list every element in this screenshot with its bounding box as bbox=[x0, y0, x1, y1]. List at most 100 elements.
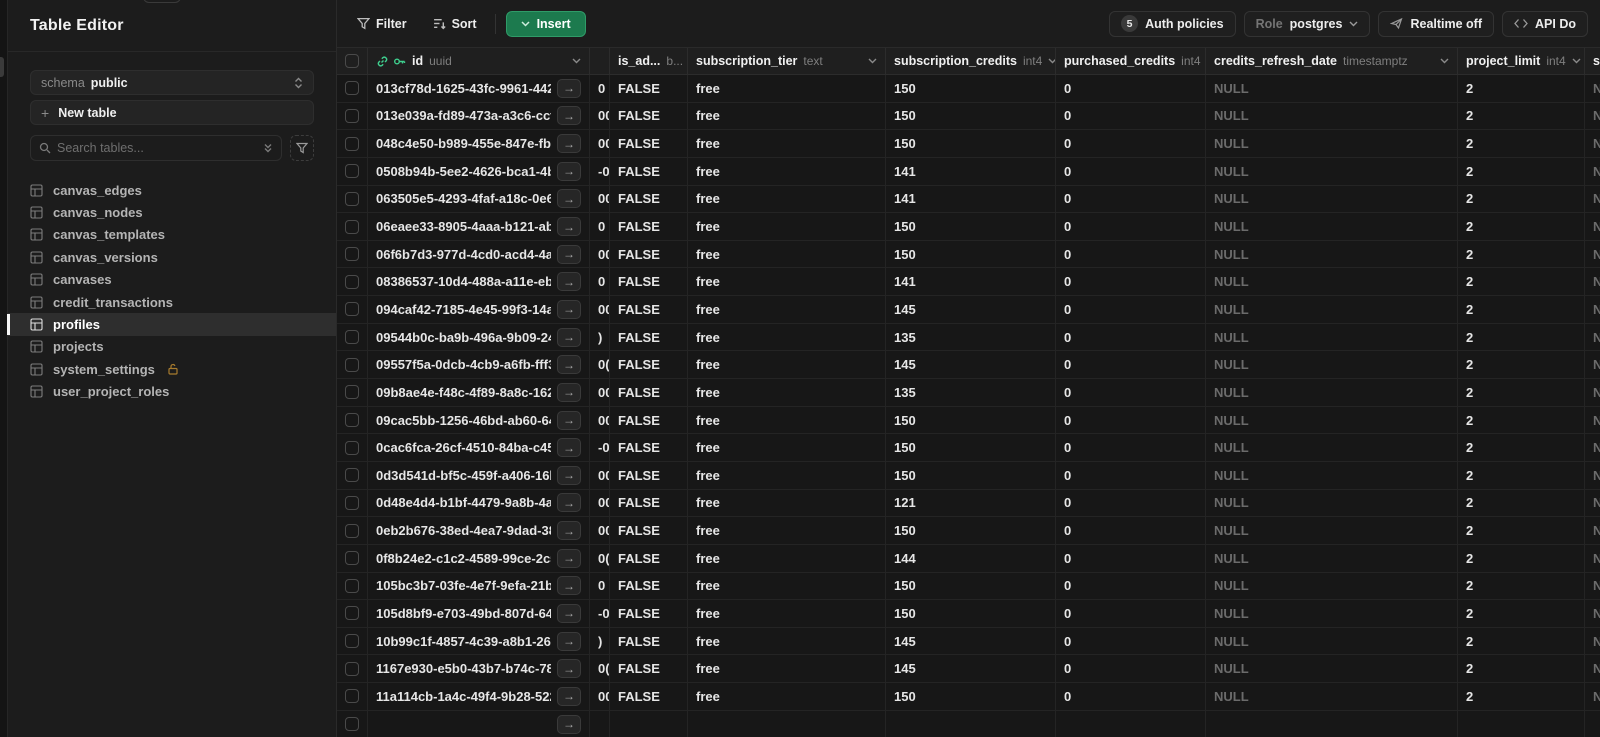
cell-purchased-credits[interactable]: 0 bbox=[1056, 544, 1206, 572]
cell-subscription-tier[interactable]: free bbox=[688, 102, 886, 130]
cell-is-admin[interactable]: FALSE bbox=[610, 102, 688, 130]
cell-is-admin[interactable]: FALSE bbox=[610, 323, 688, 351]
cell-project-limit[interactable]: 2 bbox=[1458, 351, 1585, 379]
table-row[interactable]: 06eaee33-8905-4aaa-b121-ab552... → 0 FAL… bbox=[337, 213, 1600, 241]
cell-id[interactable]: 048c4e50-b989-455e-847e-fb2f... → bbox=[368, 130, 590, 157]
cell-su[interactable]: NULL bbox=[1585, 324, 1600, 351]
sidebar-item-canvas_edges[interactable]: canvas_edges bbox=[8, 179, 336, 201]
cell-project-limit[interactable]: 2 bbox=[1458, 489, 1585, 517]
cell-clipped[interactable]: 0 bbox=[590, 213, 610, 240]
cell-project-limit[interactable]: 2 bbox=[1458, 544, 1585, 572]
cell-su[interactable]: NULL bbox=[1585, 628, 1600, 655]
cell-is-admin[interactable]: FALSE bbox=[610, 268, 688, 296]
table-row[interactable]: 10b99c1f-4857-4c39-a8b1-263b8... → ) FAL… bbox=[337, 627, 1600, 656]
cell-su[interactable]: NULL bbox=[1585, 545, 1600, 572]
cell-project-limit[interactable]: 2 bbox=[1458, 240, 1585, 268]
cell-is-admin[interactable]: FALSE bbox=[610, 627, 688, 655]
row-checkbox[interactable] bbox=[345, 247, 359, 262]
cell-subscription-credits[interactable]: 144 bbox=[886, 544, 1056, 572]
cell-credits-refresh-date[interactable]: NULL bbox=[1206, 351, 1458, 379]
cell-id[interactable]: 094caf42-7185-4e45-99f3-14abee... → bbox=[368, 296, 590, 323]
cell-credits-refresh-date[interactable]: NULL bbox=[1206, 296, 1458, 323]
sidebar-item-system_settings[interactable]: system_settings bbox=[8, 358, 336, 380]
row-checkbox[interactable] bbox=[345, 330, 359, 345]
expand-row-button[interactable]: → bbox=[557, 272, 581, 292]
cell-is-admin[interactable]: FALSE bbox=[610, 517, 688, 544]
row-checkbox[interactable] bbox=[345, 606, 359, 621]
expand-row-button[interactable]: → bbox=[557, 161, 581, 181]
cell-purchased-credits[interactable]: 0 bbox=[1056, 489, 1206, 517]
cell-subscription-tier[interactable]: free bbox=[688, 683, 886, 710]
cell-subscription-tier[interactable]: free bbox=[688, 351, 886, 379]
expand-row-button[interactable]: → bbox=[557, 548, 581, 568]
column-header-clipped[interactable] bbox=[590, 48, 610, 74]
cell-subscription-credits[interactable]: 145 bbox=[886, 296, 1056, 323]
cell-purchased-credits[interactable]: 0 bbox=[1056, 406, 1206, 434]
expand-row-button[interactable]: → bbox=[557, 299, 581, 319]
cell-purchased-credits[interactable]: 0 bbox=[1056, 379, 1206, 406]
cell-subscription-tier[interactable]: free bbox=[688, 75, 886, 102]
cell-clipped[interactable]: ) bbox=[590, 323, 610, 351]
cell-clipped[interactable]: 00 bbox=[590, 683, 610, 710]
cell-project-limit[interactable]: 2 bbox=[1458, 683, 1585, 710]
rail-notch[interactable] bbox=[0, 57, 4, 77]
cell-is-admin[interactable]: FALSE bbox=[610, 434, 688, 461]
column-header-is-admin[interactable]: is_ad... b... bbox=[610, 48, 688, 74]
cell-su[interactable]: NULL bbox=[1585, 490, 1600, 517]
cell-project-limit[interactable]: 2 bbox=[1458, 379, 1585, 406]
cell-is-admin[interactable]: FALSE bbox=[610, 489, 688, 517]
cell-purchased-credits[interactable]: 0 bbox=[1056, 461, 1206, 489]
expand-row-button[interactable]: → bbox=[557, 603, 581, 623]
realtime-toggle-button[interactable]: Realtime off bbox=[1378, 10, 1495, 37]
cell-subscription-credits[interactable]: 141 bbox=[886, 268, 1056, 296]
cell-id[interactable]: 1167e930-e5b0-43b7-b74c-788c9... → bbox=[368, 655, 590, 683]
cell-purchased-credits[interactable]: 0 bbox=[1056, 130, 1206, 157]
cell-subscription-credits[interactable]: 150 bbox=[886, 517, 1056, 544]
cell-clipped[interactable]: 00 bbox=[590, 185, 610, 213]
expand-row-button[interactable]: → bbox=[557, 217, 581, 237]
cell-credits-refresh-date[interactable]: NULL bbox=[1206, 627, 1458, 655]
cell-subscription-credits[interactable]: 150 bbox=[886, 434, 1056, 461]
cell-id[interactable]: 013e039a-fd89-473a-a3c6-ccfa9... → bbox=[368, 102, 590, 130]
cell-purchased-credits[interactable]: 0 bbox=[1056, 323, 1206, 351]
new-table-button[interactable]: + New table bbox=[30, 100, 314, 125]
expand-row-button[interactable]: → bbox=[557, 714, 581, 734]
cell-purchased-credits[interactable]: 0 bbox=[1056, 600, 1206, 627]
cell-is-admin[interactable]: FALSE bbox=[610, 572, 688, 600]
cell-purchased-credits[interactable]: 0 bbox=[1056, 268, 1206, 296]
cell-is-admin[interactable]: FALSE bbox=[610, 600, 688, 627]
row-checkbox[interactable] bbox=[345, 689, 359, 704]
table-row[interactable]: 013e039a-fd89-473a-a3c6-ccfa9... → 00 FA… bbox=[337, 102, 1600, 131]
column-menu-chevron[interactable] bbox=[1440, 58, 1449, 64]
cell-project-limit[interactable]: 2 bbox=[1458, 157, 1585, 185]
cell-is-admin[interactable] bbox=[610, 710, 688, 737]
cell-subscription-tier[interactable]: free bbox=[688, 627, 886, 655]
cell-su[interactable]: NULL bbox=[1585, 600, 1600, 627]
cell-clipped[interactable]: 00 bbox=[590, 517, 610, 544]
expand-row-button[interactable]: → bbox=[557, 78, 581, 98]
cell-credits-refresh-date[interactable]: NULL bbox=[1206, 406, 1458, 434]
table-row[interactable]: 0cac6fca-26cf-4510-84ba-c4580... → -0 FA… bbox=[337, 434, 1600, 462]
row-checkbox[interactable] bbox=[345, 274, 359, 289]
cell-subscription-tier[interactable]: free bbox=[688, 406, 886, 434]
cell-credits-refresh-date[interactable]: NULL bbox=[1206, 544, 1458, 572]
cell-is-admin[interactable]: FALSE bbox=[610, 683, 688, 710]
cell-credits-refresh-date[interactable]: NULL bbox=[1206, 268, 1458, 296]
cell-credits-refresh-date[interactable]: NULL bbox=[1206, 655, 1458, 683]
chevrons-down-icon[interactable] bbox=[263, 142, 273, 154]
table-row[interactable]: 048c4e50-b989-455e-847e-fb2f... → 00 FAL… bbox=[337, 130, 1600, 158]
cell-subscription-credits[interactable]: 150 bbox=[886, 406, 1056, 434]
cell-id[interactable]: 0d3d541d-bf5c-459f-a406-16b93... → bbox=[368, 461, 590, 489]
cell-credits-refresh-date[interactable]: NULL bbox=[1206, 517, 1458, 544]
expand-row-button[interactable]: → bbox=[557, 631, 581, 651]
cell-purchased-credits[interactable]: 0 bbox=[1056, 627, 1206, 655]
column-menu-chevron[interactable] bbox=[1572, 58, 1581, 64]
cell-project-limit[interactable]: 2 bbox=[1458, 517, 1585, 544]
cell-su[interactable]: NULL bbox=[1585, 296, 1600, 323]
cell-clipped[interactable]: 00 bbox=[590, 406, 610, 434]
cell-clipped[interactable]: 00 bbox=[590, 240, 610, 268]
cell-su[interactable]: NULL bbox=[1585, 517, 1600, 544]
cell-clipped[interactable]: -0 bbox=[590, 434, 610, 461]
cell-subscription-tier[interactable]: free bbox=[688, 323, 886, 351]
role-select[interactable]: Role postgres bbox=[1243, 10, 1371, 37]
